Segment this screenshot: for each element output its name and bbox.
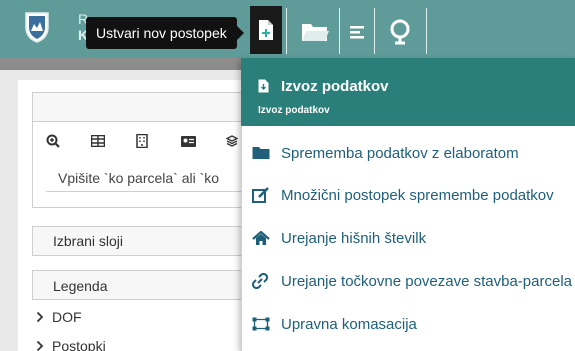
edit-icon [252,187,269,203]
folder-open-icon [302,24,329,41]
chevron-right-icon [36,340,44,351]
layers-icon [226,135,238,147]
tree-item-dof[interactable]: DOF [36,309,82,325]
chevron-right-icon [36,311,44,323]
file-plus-icon [259,20,273,40]
search-input[interactable] [46,164,248,192]
id-card-icon [181,135,196,147]
dropdown-item-label: Upravna komasacija [281,315,417,333]
dropdown-item-bulk-change[interactable]: Množični postopek spremembe podatkov [241,175,575,215]
tab-search[interactable] [46,130,91,152]
dropdown-item-label: Množični postopek spremembe podatkov [281,186,554,204]
tree-item-label: DOF [52,309,82,325]
tree-item-label: Postopki [52,338,106,351]
dropdown-item-label: Urejanje hišnih številk [281,229,427,247]
open-folder-button[interactable] [293,10,337,54]
link-icon [252,273,268,289]
selected-layers-header[interactable]: Izbrani sloji [32,226,248,256]
menu-button[interactable] [342,10,372,54]
folder-icon [252,147,270,159]
vector-square-icon [252,317,270,331]
dropdown-header-subtitle: Izvoz podatkov [258,105,330,116]
search-tabs [46,130,271,152]
file-export-icon [258,79,269,93]
toolbar-divider [339,8,340,54]
coat-of-arms-logo [25,12,49,43]
tab-building[interactable] [136,130,181,152]
dropdown-item-consolidation[interactable]: Upravna komasacija [241,304,575,344]
tree-item-postopki[interactable]: Postopki [36,338,106,351]
dropdown-item-elaborate-change[interactable]: Sprememba podatkov z elaboratom [241,133,575,173]
table-icon [91,135,105,147]
panel-header-box [32,92,248,122]
tab-table[interactable] [91,130,136,152]
tooltip-new-procedure: Ustvari nov postopek [86,17,244,49]
zoom-in-icon [46,134,60,148]
legend-header[interactable]: Legenda [32,270,248,300]
toolbar-divider [374,8,375,54]
new-procedure-button[interactable] [250,6,282,54]
toolbar-divider [286,8,287,54]
tab-id-card[interactable] [181,130,226,152]
dropdown-item-house-numbers[interactable]: Urejanje hišnih številk [241,218,575,258]
building-icon [136,134,148,148]
dropdown-header-title: Izvoz podatkov [281,78,389,95]
list-icon [350,26,364,39]
home-icon [252,230,270,245]
map-button[interactable] [378,10,422,54]
dropdown-item-label: Urejanje točkovne povezave stavba-parcel… [281,272,572,290]
dropdown-item-label: Sprememba podatkov z elaboratom [281,144,519,162]
toolbar-divider [426,8,427,54]
dropdown-item-export-data[interactable]: Izvoz podatkov Izvoz podatkov [241,58,575,126]
globe-icon [390,19,410,45]
dropdown-item-point-link[interactable]: Urejanje točkovne povezave stavba-parcel… [241,261,575,301]
